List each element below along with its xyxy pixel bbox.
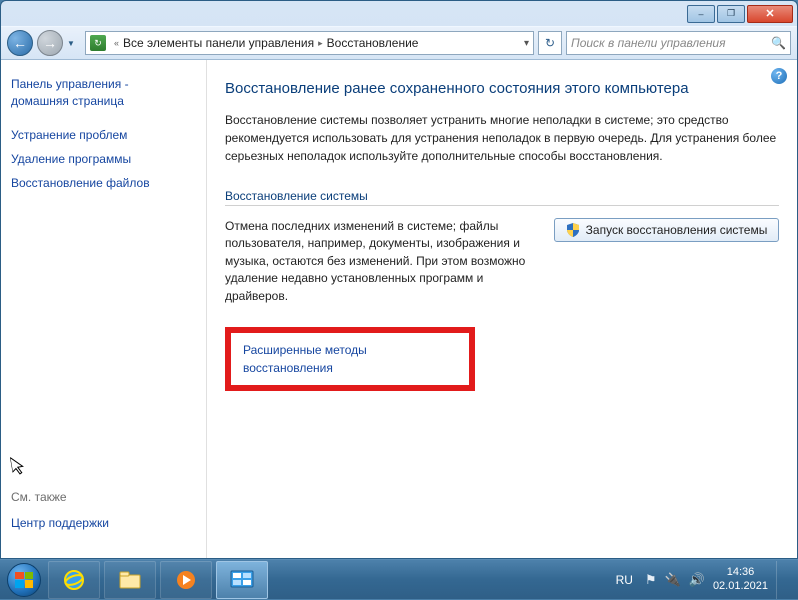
uac-shield-icon <box>566 223 580 237</box>
search-input[interactable]: Поиск в панели управления 🔍 <box>566 31 791 55</box>
main-panel: ? Восстановление ранее сохраненного сост… <box>207 60 797 558</box>
maximize-button[interactable]: ❐ <box>717 5 745 23</box>
back-button[interactable]: ← <box>7 30 33 56</box>
breadcrumb[interactable]: ↻ « Все элементы панели управления ▸ Вос… <box>85 31 534 55</box>
content-area: Панель управления - домашняя страница Ус… <box>1 60 797 558</box>
breadcrumb-dropdown-icon[interactable]: ▾ <box>524 38 529 49</box>
forward-button[interactable]: → <box>37 30 63 56</box>
breadcrumb-root[interactable]: Все элементы панели управления <box>123 36 314 50</box>
system-tray: RU ⚑ 🔌 🔊 14:36 02.01.2021 <box>616 561 794 599</box>
clock[interactable]: 14:36 02.01.2021 <box>713 566 768 592</box>
windows-logo-icon <box>15 572 33 588</box>
titlebar: – ❐ ✕ <box>1 1 797 26</box>
language-indicator[interactable]: RU <box>616 573 633 587</box>
breadcrumb-current[interactable]: Восстановление <box>327 36 419 50</box>
minimize-button[interactable]: – <box>687 5 715 23</box>
control-panel-home-link[interactable]: Панель управления - домашняя страница <box>11 76 196 110</box>
action-center-icon[interactable]: ⚑ <box>645 572 657 588</box>
help-icon[interactable]: ? <box>771 68 787 84</box>
power-icon[interactable]: 🔌 <box>665 572 681 588</box>
taskbar-item-media-player[interactable] <box>160 561 212 599</box>
start-system-restore-button[interactable]: Запуск восстановления системы <box>554 218 779 242</box>
sidebar-item-troubleshoot[interactable]: Устранение проблем <box>11 128 196 142</box>
taskbar-item-control-panel[interactable] <box>216 561 268 599</box>
taskbar: RU ⚑ 🔌 🔊 14:36 02.01.2021 <box>0 559 798 599</box>
taskbar-item-ie[interactable] <box>48 561 100 599</box>
section-description: Отмена последних изменений в системе; фа… <box>225 218 536 305</box>
recovery-icon: ↻ <box>90 35 106 51</box>
nav-bar: ← → ▼ ↻ « Все элементы панели управления… <box>1 26 797 60</box>
volume-icon[interactable]: 🔊 <box>689 572 705 588</box>
sidebar: Панель управления - домашняя страница Ус… <box>1 60 207 558</box>
start-button[interactable] <box>4 560 44 600</box>
highlighted-link-box: Расширенные методы восстановления <box>225 327 475 391</box>
close-button[interactable]: ✕ <box>747 5 793 23</box>
taskbar-item-explorer[interactable] <box>104 561 156 599</box>
search-icon: 🔍 <box>771 36 786 50</box>
nav-history-dropdown[interactable]: ▼ <box>67 39 81 48</box>
control-panel-window: – ❐ ✕ ← → ▼ ↻ « Все элементы панели упра… <box>0 0 798 559</box>
advanced-recovery-link[interactable]: Расширенные методы восстановления <box>243 343 367 375</box>
refresh-button[interactable]: ↻ <box>538 31 562 55</box>
see-also-label: См. также <box>11 490 196 504</box>
page-title: Восстановление ранее сохраненного состоя… <box>225 80 779 97</box>
show-desktop-button[interactable] <box>776 561 790 599</box>
page-description: Восстановление системы позволяет устрани… <box>225 111 779 165</box>
sidebar-item-uninstall[interactable]: Удаление программы <box>11 152 196 166</box>
sidebar-item-restore-files[interactable]: Восстановление файлов <box>11 176 196 190</box>
sidebar-item-action-center[interactable]: Центр поддержки <box>11 516 109 530</box>
section-title: Восстановление системы <box>225 189 779 206</box>
